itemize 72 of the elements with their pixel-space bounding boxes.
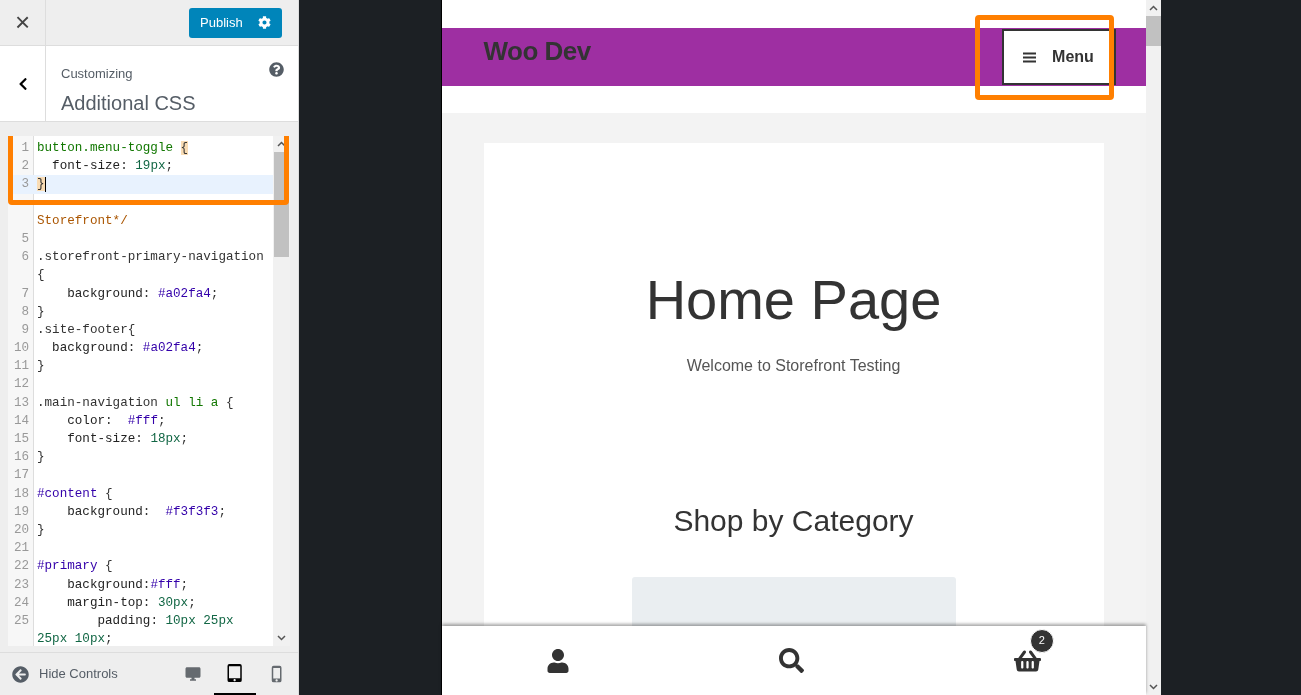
line-number: 2	[21, 159, 29, 174]
arrow-left-icon	[12, 665, 29, 683]
line-number: 1	[21, 141, 29, 155]
line-number: 14	[13, 413, 29, 428]
line-number: 16	[13, 450, 29, 465]
line-number: 7	[21, 286, 29, 301]
code-line: Storefront*/	[37, 212, 128, 230]
code-line: background: #f3f3f3;	[66, 503, 226, 521]
account-icon[interactable]	[546, 648, 571, 673]
code-line: background:#fff;	[66, 576, 189, 594]
code-line: padding: 10px 25px	[96, 612, 234, 630]
line-number: 21	[13, 541, 29, 556]
code-line: margin-top: 30px;	[66, 594, 196, 612]
scroll-up-icon[interactable]	[1148, 5, 1158, 11]
code-line: {	[37, 267, 45, 285]
close-button[interactable]: ×	[0, 0, 46, 46]
code-editor[interactable]	[8, 136, 273, 646]
scroll-down-icon[interactable]	[1148, 684, 1158, 690]
help-icon[interactable]	[269, 62, 284, 77]
desktop-icon	[184, 665, 202, 683]
code-line: }	[37, 449, 45, 467]
line-number: 24	[13, 595, 29, 610]
search-icon[interactable]	[779, 648, 805, 673]
tagline: Welcome to Storefront Testing	[686, 356, 901, 376]
code-line: #content {	[37, 485, 113, 503]
line-number: 10	[13, 341, 29, 356]
panel-title: Additional CSS	[61, 90, 197, 116]
tablet-icon	[226, 663, 244, 682]
scroll-down-icon[interactable]	[277, 635, 286, 641]
code-line: 25px 10px;	[37, 631, 113, 646]
basket-icon[interactable]	[1013, 648, 1041, 673]
line-number: 6	[21, 250, 29, 265]
line-number: 9	[21, 322, 29, 337]
line-number: 11	[13, 359, 29, 374]
code-line: }	[37, 303, 45, 321]
code-line: font-size: 19px;	[51, 158, 174, 176]
code-line: .main-navigation ul li a {	[37, 394, 234, 412]
line-number: 25	[13, 613, 29, 628]
customizing-label: Customizing	[61, 65, 133, 83]
code-line: }	[37, 358, 45, 376]
code-line: #primary {	[37, 558, 113, 576]
gear-icon	[258, 16, 271, 29]
line-number: 5	[21, 231, 29, 246]
menu-button[interactable]: Menu	[1001, 29, 1116, 85]
line-number: 17	[13, 468, 29, 483]
code-line: color: #fff;	[66, 412, 166, 430]
line-number: 3	[21, 177, 29, 192]
line-number: 23	[13, 577, 29, 592]
code-line: .storefront-primary-navigation	[37, 249, 264, 267]
publish-button[interactable]: Publish	[189, 7, 282, 38]
cart-count-badge: 2	[1029, 628, 1054, 653]
code-line: button.menu-toggle {	[37, 140, 189, 157]
line-number: 12	[13, 377, 29, 392]
line-number: 13	[13, 395, 29, 410]
page-heading: Home Page	[645, 268, 942, 332]
code-line: background: #a02fa4;	[66, 285, 219, 303]
code-line: }	[37, 521, 45, 539]
scrollbar-thumb[interactable]	[1145, 16, 1161, 46]
line-number: 20	[13, 522, 29, 537]
code-line: background: #a02fa4;	[51, 340, 204, 358]
line-number: 15	[13, 432, 29, 446]
line-number: 8	[21, 304, 29, 319]
line-number: 22	[13, 559, 29, 574]
menu-icon	[1023, 51, 1037, 63]
scroll-up-icon[interactable]	[277, 141, 286, 147]
line-number: 19	[13, 504, 29, 519]
section-heading: Shop by Category	[673, 503, 914, 539]
hide-controls-button[interactable]: Hide Controls	[0, 664, 118, 684]
code-line: font-size: 18px;	[66, 431, 189, 448]
line-number: 18	[13, 486, 29, 501]
code-line: .site-footer{	[37, 321, 136, 339]
text-cursor	[44, 176, 46, 192]
